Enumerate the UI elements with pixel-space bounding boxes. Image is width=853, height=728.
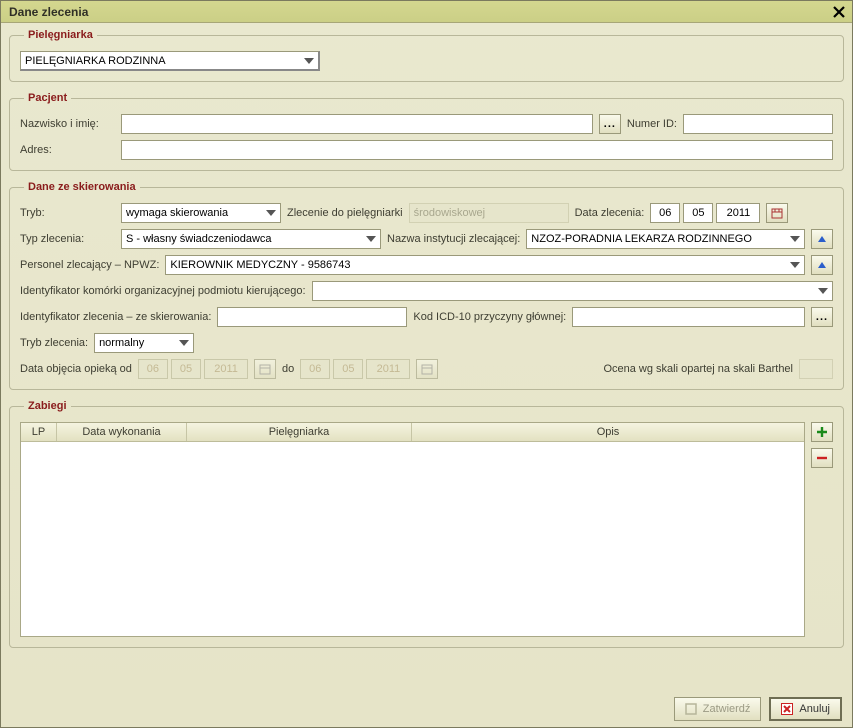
- order-dialog: Dane zlecenia Pielęgniarka PIELĘGNIARKA …: [0, 0, 853, 728]
- inst-select[interactable]: NZOZ-PORADNIA LEKARZA RODZINNEGO: [526, 229, 805, 249]
- opieka-to-year: [366, 359, 410, 379]
- opieka-to-month: [333, 359, 363, 379]
- referral-fieldset: Dane ze skierowania Tryb: wymaga skierow…: [9, 181, 844, 390]
- zabiegi-remove-button[interactable]: [811, 448, 833, 468]
- tryb2-label: Tryb zlecenia:: [20, 337, 88, 349]
- minus-icon: [816, 452, 828, 464]
- icd-lookup-button[interactable]: ...: [811, 307, 833, 327]
- col-date[interactable]: Data wykonania: [57, 423, 187, 441]
- order-date-month[interactable]: [683, 203, 713, 223]
- calendar-icon: [259, 363, 271, 375]
- do-label: do: [282, 363, 294, 375]
- calendar-icon: [771, 207, 783, 219]
- opieka-to-day: [300, 359, 330, 379]
- col-opis[interactable]: Opis: [412, 423, 804, 441]
- icd-input[interactable]: [572, 307, 805, 327]
- col-nurse[interactable]: Pielęgniarka: [187, 423, 412, 441]
- ellipsis-icon: ...: [816, 311, 828, 323]
- typ-select[interactable]: S - własny świadczeniodawca: [121, 229, 381, 249]
- window-title: Dane zlecenia: [9, 5, 88, 19]
- zabiegi-header-row: LP Data wykonania Pielęgniarka Opis: [21, 423, 804, 442]
- zlec-nurse-label: Zlecenie do pielęgniarki: [287, 207, 403, 219]
- barthel-select: [799, 359, 833, 379]
- plus-icon: [816, 426, 828, 438]
- close-icon: [833, 6, 845, 18]
- tryb-select[interactable]: wymaga skierowania: [121, 203, 281, 223]
- idzlec-input[interactable]: [217, 307, 407, 327]
- cancel-button[interactable]: Anuluj: [769, 697, 842, 721]
- cancel-icon: [781, 703, 793, 715]
- opieka-from-group: [138, 359, 248, 379]
- ellipsis-icon: ...: [604, 118, 616, 130]
- zabiegi-fieldset: Zabiegi LP Data wykonania Pielęgniarka O…: [9, 400, 844, 648]
- titlebar: Dane zlecenia: [1, 1, 852, 23]
- typ-label: Typ zlecenia:: [20, 233, 115, 245]
- dialog-footer: Zatwierdź Anuluj: [674, 697, 842, 721]
- order-date-day[interactable]: [650, 203, 680, 223]
- zabiegi-add-button[interactable]: [811, 422, 833, 442]
- id-label: Numer ID:: [627, 118, 677, 130]
- zlec-nurse-select: środowiskowej: [409, 203, 569, 223]
- opieka-from-day: [138, 359, 168, 379]
- content: Pielęgniarka PIELĘGNIARKA RODZINNA Pacje…: [1, 23, 852, 702]
- patient-fieldset: Pacjent Nazwisko i imię: ... Numer ID: A…: [9, 92, 844, 171]
- personel-up-button[interactable]: [811, 255, 833, 275]
- icd-label: Kod ICD-10 przyczyny głównej:: [413, 311, 566, 323]
- id-input[interactable]: [683, 114, 833, 134]
- idkom-label: Identyfikator komórki organizacyjnej pod…: [20, 285, 306, 297]
- address-label: Adres:: [20, 144, 115, 156]
- personel-label: Personel zlecający – NPWZ:: [20, 259, 159, 271]
- inst-up-button[interactable]: [811, 229, 833, 249]
- zabiegi-legend: Zabiegi: [24, 400, 71, 412]
- address-input[interactable]: [121, 140, 833, 160]
- name-input[interactable]: [121, 114, 593, 134]
- nurse-fieldset: Pielęgniarka PIELĘGNIARKA RODZINNA: [9, 29, 844, 82]
- patient-legend: Pacjent: [24, 92, 71, 104]
- opieka-label: Data objęcia opieką od: [20, 363, 132, 375]
- zabiegi-table[interactable]: LP Data wykonania Pielęgniarka Opis: [20, 422, 805, 637]
- order-date-calendar-button[interactable]: [766, 203, 788, 223]
- close-button[interactable]: [830, 4, 848, 20]
- name-lookup-button[interactable]: ...: [599, 114, 621, 134]
- calendar-icon: [421, 363, 433, 375]
- opieka-from-month: [171, 359, 201, 379]
- cancel-label: Anuluj: [799, 703, 830, 715]
- order-date-year[interactable]: [716, 203, 760, 223]
- triangle-up-icon: [817, 260, 827, 270]
- nurse-select[interactable]: PIELĘGNIARKA RODZINNA: [20, 51, 320, 71]
- opieka-to-calendar-button: [416, 359, 438, 379]
- opieka-from-year: [204, 359, 248, 379]
- name-label: Nazwisko i imię:: [20, 118, 115, 130]
- date-label: Data zlecenia:: [575, 207, 645, 219]
- referral-legend: Dane ze skierowania: [24, 181, 140, 193]
- confirm-label: Zatwierdź: [703, 703, 751, 715]
- order-date-group: [650, 203, 760, 223]
- zabiegi-side-buttons: [811, 422, 833, 468]
- opieka-to-group: [300, 359, 410, 379]
- personel-select[interactable]: KIEROWNIK MEDYCZNY - 9586743: [165, 255, 805, 275]
- confirm-icon: [685, 703, 697, 715]
- confirm-button: Zatwierdź: [674, 697, 762, 721]
- col-lp[interactable]: LP: [21, 423, 57, 441]
- opieka-from-calendar-button: [254, 359, 276, 379]
- tryb2-select[interactable]: normalny: [94, 333, 194, 353]
- zabiegi-table-wrap: LP Data wykonania Pielęgniarka Opis: [20, 422, 805, 637]
- barthel-label: Ocena wg skali opartej na skali Barthel: [603, 363, 793, 375]
- idzlec-label: Identyfikator zlecenia – ze skierowania:: [20, 311, 211, 323]
- tryb-label: Tryb:: [20, 207, 115, 219]
- idkom-select[interactable]: [312, 281, 833, 301]
- triangle-up-icon: [817, 234, 827, 244]
- nurse-legend: Pielęgniarka: [24, 29, 97, 41]
- inst-label: Nazwa instytucji zlecającej:: [387, 233, 520, 245]
